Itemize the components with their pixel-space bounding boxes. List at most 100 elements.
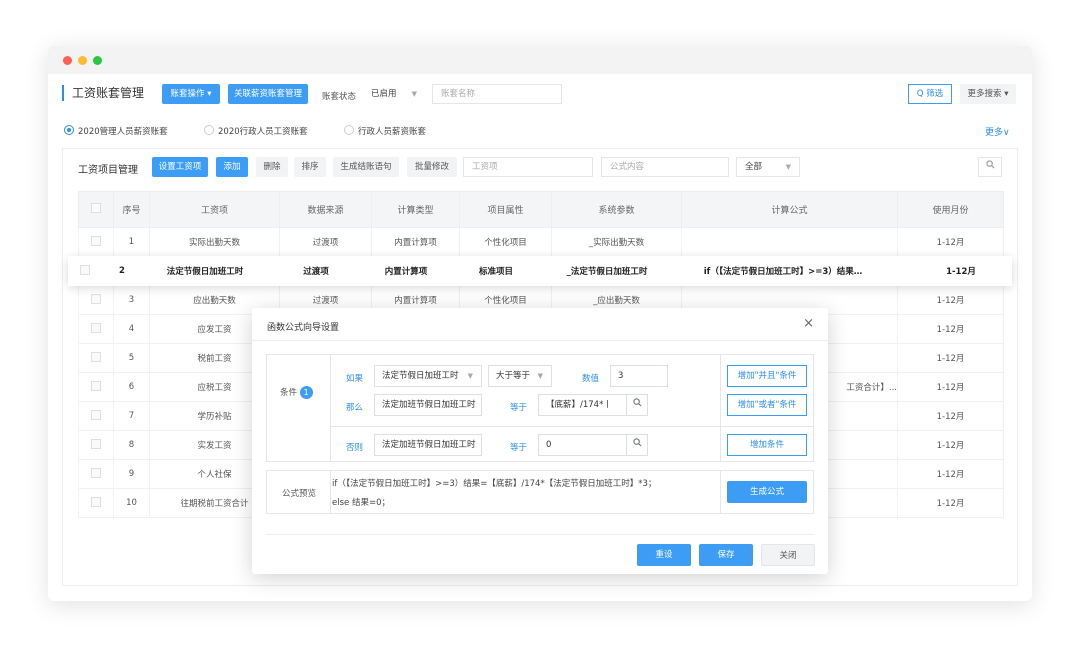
row-months: 1-12月 <box>897 343 1004 373</box>
row-attribute: 个性化项目 <box>459 227 552 257</box>
select-all-cell[interactable] <box>78 191 114 228</box>
row-months: 1-12月 <box>897 285 1004 315</box>
link-manage-button[interactable]: 关联薪资账套管理 <box>228 84 308 104</box>
row-months: 1-12月 <box>897 488 1004 518</box>
item-search-input[interactable]: 工资项 <box>463 157 593 177</box>
condition-count-badge: 1 <box>299 386 313 399</box>
row-months: 1-12月 <box>897 227 1004 257</box>
row-select-cell[interactable] <box>78 401 114 431</box>
footer-divider <box>266 534 814 535</box>
batch-edit-button[interactable]: 批量修改 <box>407 157 457 177</box>
row-index: 7 <box>113 401 150 431</box>
row-system-param: _法定节假日加班工时 <box>566 267 648 277</box>
formula-wizard-dialog: 函数公式向导设置 × 条件 1 如果 法定节假日加班工时 ▼ 大于等于 ▼ 数值… <box>252 308 828 574</box>
account-radio-3[interactable] <box>344 125 354 135</box>
account-name-input[interactable]: 账套名称 <box>432 84 562 104</box>
row-checkbox[interactable] <box>91 293 101 304</box>
filter-button[interactable]: Q 筛选 <box>908 84 952 104</box>
account-label-3: 行政人员薪资账套 <box>358 127 427 137</box>
minimize-window-icon[interactable] <box>78 56 87 65</box>
row-index: 1 <box>113 227 150 257</box>
table-row[interactable]: 1 实际出勤天数 过渡项 内置计算项 个性化项目 _实际出勤天数 1-12月 <box>78 227 1004 257</box>
add-and-condition-button[interactable]: 增加"并且"条件 <box>727 365 807 387</box>
col-header: 系统参数 <box>551 191 682 228</box>
row-checkbox[interactable] <box>80 265 90 275</box>
row-checkbox[interactable] <box>91 409 101 420</box>
delete-button[interactable]: 删除 <box>256 157 288 177</box>
generate-statement-button[interactable]: 生成结账语句 <box>333 157 399 177</box>
reset-button[interactable]: 重设 <box>637 544 691 566</box>
row-months: 1-12月 <box>897 401 1004 431</box>
row-checkbox[interactable] <box>91 235 101 246</box>
maximize-window-icon[interactable] <box>93 56 102 65</box>
else-value-input[interactable]: 0 <box>538 434 628 456</box>
row-checkbox[interactable] <box>91 496 101 507</box>
select-all-checkbox[interactable] <box>91 203 101 213</box>
add-or-condition-button[interactable]: 增加"或者"条件 <box>727 394 807 416</box>
more-link[interactable]: 更多∨ <box>985 125 1010 138</box>
divider <box>720 354 721 462</box>
dialog-title: 函数公式向导设置 <box>267 323 340 333</box>
row-select-cell[interactable] <box>78 488 114 518</box>
generate-formula-button[interactable]: 生成公式 <box>727 481 807 503</box>
then-value-input[interactable]: 【底薪】/174*丨 <box>538 394 628 416</box>
row-checkbox[interactable] <box>91 351 101 362</box>
search-button[interactable] <box>978 157 1002 177</box>
row-index: 10 <box>113 488 150 518</box>
else-field-input[interactable]: 法定加班节假日加班工时 <box>374 434 482 456</box>
search-icon <box>985 160 994 169</box>
if-field-select[interactable]: 法定节假日加班工时 ▼ <box>374 365 482 387</box>
row-months: 1-12月 <box>897 372 1004 402</box>
status-select-value: 已启用 <box>371 89 397 99</box>
account-ops-button[interactable]: 账套操作 ▾ <box>162 84 220 104</box>
row-checkbox[interactable] <box>91 467 101 478</box>
row-select-cell[interactable] <box>78 372 114 402</box>
row-index: 4 <box>113 314 150 344</box>
col-header: 使用月份 <box>897 191 1004 228</box>
row-select-cell[interactable] <box>78 430 114 460</box>
row-select-cell[interactable] <box>78 227 114 257</box>
row-item-name: 实际出勤天数 <box>149 227 280 257</box>
window-titlebar <box>48 46 1032 74</box>
row-checkbox[interactable] <box>91 322 101 333</box>
chevron-down-icon: ▼ <box>537 372 543 380</box>
highlighted-table-row[interactable]: 2 法定节假日加班工时 过渡项 内置计算项 标准项目 _法定节假日加班工时 if… <box>68 256 1012 286</box>
else-search-button[interactable] <box>626 434 648 456</box>
formula-search-input[interactable]: 公式内容 <box>601 157 729 177</box>
row-select-cell[interactable] <box>78 314 114 344</box>
row-select-cell[interactable] <box>78 459 114 489</box>
row-select-cell[interactable] <box>78 343 114 373</box>
close-icon[interactable]: × <box>803 316 814 331</box>
else-label: 否则 <box>346 443 364 453</box>
row-attribute: 标准项目 <box>478 267 513 277</box>
else-equals-label: 等于 <box>510 443 528 453</box>
add-button[interactable]: 添加 <box>216 157 248 177</box>
sort-button[interactable]: 排序 <box>294 157 326 177</box>
close-button[interactable]: 关闭 <box>761 544 815 566</box>
row-checkbox[interactable] <box>91 438 101 449</box>
if-label: 如果 <box>346 374 364 384</box>
panel-title: 工资项目管理 <box>78 165 138 176</box>
operator-select[interactable]: 大于等于 ▼ <box>488 365 552 387</box>
account-radio-2[interactable] <box>204 125 214 135</box>
value-input[interactable]: 3 <box>610 365 668 387</box>
save-button[interactable]: 保存 <box>699 544 753 566</box>
close-window-icon[interactable] <box>63 56 72 65</box>
equals-label: 等于 <box>510 403 528 413</box>
account-radio-1[interactable] <box>64 125 74 135</box>
chevron-down-icon: ▼ <box>411 90 417 98</box>
row-checkbox[interactable] <box>91 380 101 391</box>
more-search-button[interactable]: 更多搜索 ▾ <box>960 84 1016 104</box>
then-field-input[interactable]: 法定加班节假日加班工时 <box>374 394 482 416</box>
add-condition-button[interactable]: 增加条件 <box>727 434 807 456</box>
row-system-param: _实际出勤天数 <box>551 227 682 257</box>
row-select-cell[interactable] <box>78 285 114 315</box>
condition-label: 条件 1 <box>280 386 313 399</box>
set-items-button[interactable]: 设置工资项 <box>152 157 208 177</box>
col-header: 计算类型 <box>371 191 460 228</box>
then-search-button[interactable] <box>626 394 648 416</box>
row-index: 5 <box>113 343 150 373</box>
status-select[interactable]: 已启用 ▼ <box>362 84 426 104</box>
row-source: 过渡项 <box>279 227 372 257</box>
scope-select[interactable]: 全部 ▼ <box>736 157 800 177</box>
